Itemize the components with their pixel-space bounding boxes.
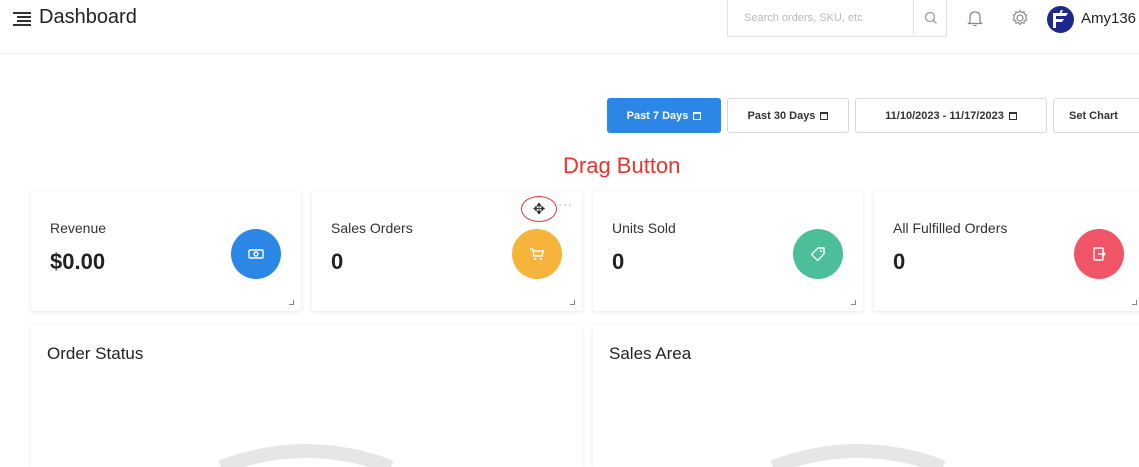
stat-value: 0	[331, 249, 344, 274]
calendar-icon	[693, 111, 702, 120]
set-chart-label: Set Chart	[1069, 109, 1118, 122]
stat-label: Units Sold	[612, 220, 676, 236]
past-7-days-button[interactable]: Past 7 Days	[607, 98, 721, 133]
tag-icon	[793, 229, 843, 279]
search-icon	[924, 11, 937, 24]
stat-card-sales-orders[interactable]: ✥ ··· Sales Orders 0	[312, 191, 582, 311]
sales-area-panel: Sales Area	[593, 325, 1139, 467]
calendar-icon	[820, 111, 829, 120]
past-30-days-button[interactable]: Past 30 Days	[727, 98, 849, 133]
page-title: Dashboard	[39, 6, 137, 28]
stat-card-fulfilled-orders[interactable]: All Fulfilled Orders 0	[874, 191, 1139, 311]
search-button[interactable]	[913, 0, 948, 36]
menu-icon[interactable]	[13, 12, 31, 26]
top-bar: Dashboard Amy136	[0, 0, 1139, 54]
resize-handle[interactable]	[289, 300, 294, 305]
cart-icon	[512, 229, 562, 279]
avatar[interactable]	[1047, 6, 1074, 33]
custom-date-range-button[interactable]: 11/10/2023 - 11/17/2023	[855, 98, 1047, 133]
stat-value: 0	[612, 249, 625, 274]
stat-label: All Fulfilled Orders	[893, 220, 1008, 236]
money-icon	[231, 229, 281, 279]
loading-placeholder-graphic	[218, 444, 394, 467]
resize-handle[interactable]	[851, 300, 856, 305]
range-label: Past 30 Days	[747, 109, 816, 122]
exit-icon	[1074, 229, 1124, 279]
stat-card-units-sold[interactable]: Units Sold 0	[593, 191, 863, 311]
drag-handle-icon[interactable]: ✥	[521, 196, 557, 222]
loading-placeholder-graphic	[770, 444, 946, 467]
calendar-icon	[1008, 111, 1017, 120]
drag-button-annotation: Drag Button	[563, 153, 681, 178]
search-input[interactable]	[728, 0, 913, 36]
more-icon[interactable]: ···	[558, 197, 573, 211]
stat-card-revenue[interactable]: Revenue $0.00	[31, 191, 301, 311]
stat-label: Sales Orders	[331, 220, 413, 236]
resize-handle[interactable]	[1132, 300, 1137, 305]
gear-icon[interactable]	[1010, 8, 1030, 28]
username[interactable]: Amy136	[1081, 10, 1136, 27]
stat-value: $0.00	[50, 249, 106, 274]
bell-icon[interactable]	[965, 8, 985, 28]
search-box	[727, 0, 947, 37]
range-label: 11/10/2023 - 11/17/2023	[885, 109, 1004, 122]
set-chart-button[interactable]: Set Chart	[1053, 98, 1139, 133]
resize-handle[interactable]	[570, 300, 575, 305]
stat-value: 0	[893, 249, 906, 274]
range-label: Past 7 Days	[626, 109, 689, 122]
order-status-panel: Order Status	[31, 325, 582, 467]
stat-label: Revenue	[50, 220, 107, 236]
